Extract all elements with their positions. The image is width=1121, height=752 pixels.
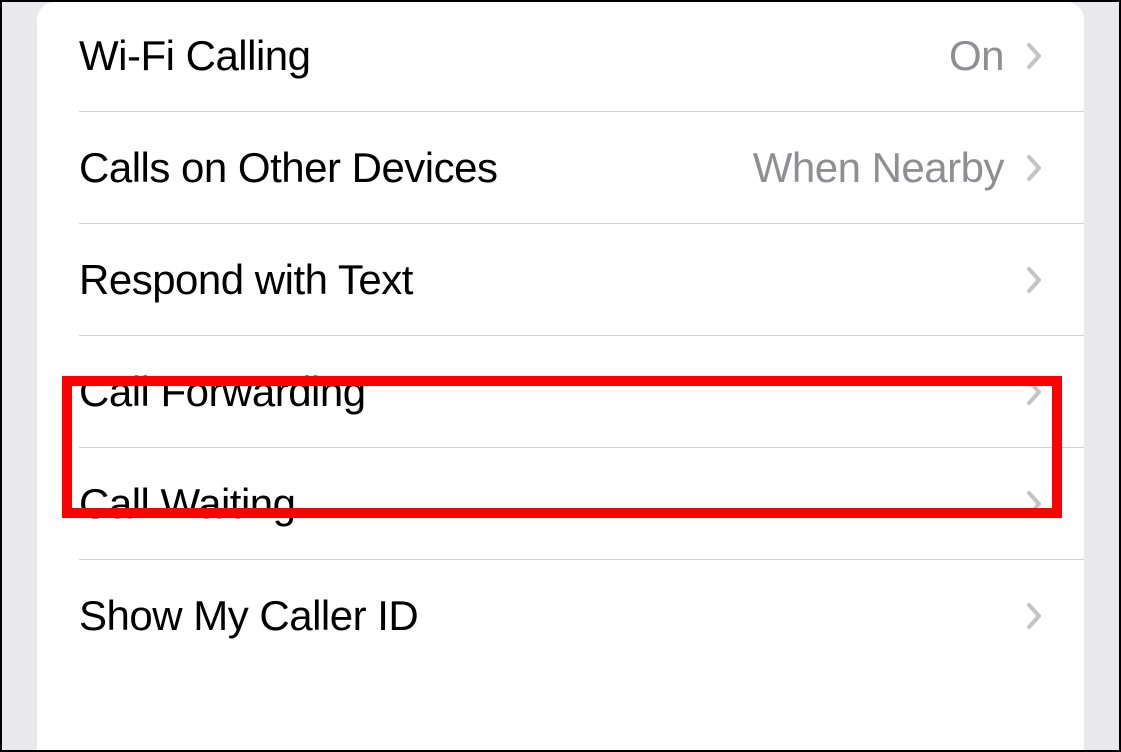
chevron-right-icon [1026, 378, 1042, 406]
setting-row-calls-other-devices[interactable]: Calls on Other Devices When Nearby [37, 112, 1084, 224]
setting-row-call-forwarding[interactable]: Call Forwarding [37, 336, 1084, 448]
setting-label: Calls on Other Devices [79, 144, 753, 192]
chevron-right-icon [1026, 266, 1042, 294]
chevron-right-icon [1026, 42, 1042, 70]
setting-row-respond-text[interactable]: Respond with Text [37, 224, 1084, 336]
settings-panel: Wi-Fi Calling On Calls on Other Devices … [37, 2, 1084, 750]
setting-label: Show My Caller ID [79, 592, 1026, 640]
setting-row-caller-id[interactable]: Show My Caller ID [37, 560, 1084, 658]
setting-label: Call Waiting [79, 480, 1026, 528]
setting-row-wifi-calling[interactable]: Wi-Fi Calling On [37, 2, 1084, 112]
setting-label: Wi-Fi Calling [79, 32, 949, 80]
chevron-right-icon [1026, 602, 1042, 630]
setting-value: When Nearby [753, 144, 1004, 192]
setting-row-call-waiting[interactable]: Call Waiting [37, 448, 1084, 560]
chevron-right-icon [1026, 490, 1042, 518]
setting-label: Call Forwarding [79, 368, 1026, 416]
setting-label: Respond with Text [79, 256, 1026, 304]
chevron-right-icon [1026, 154, 1042, 182]
setting-value: On [949, 32, 1004, 80]
